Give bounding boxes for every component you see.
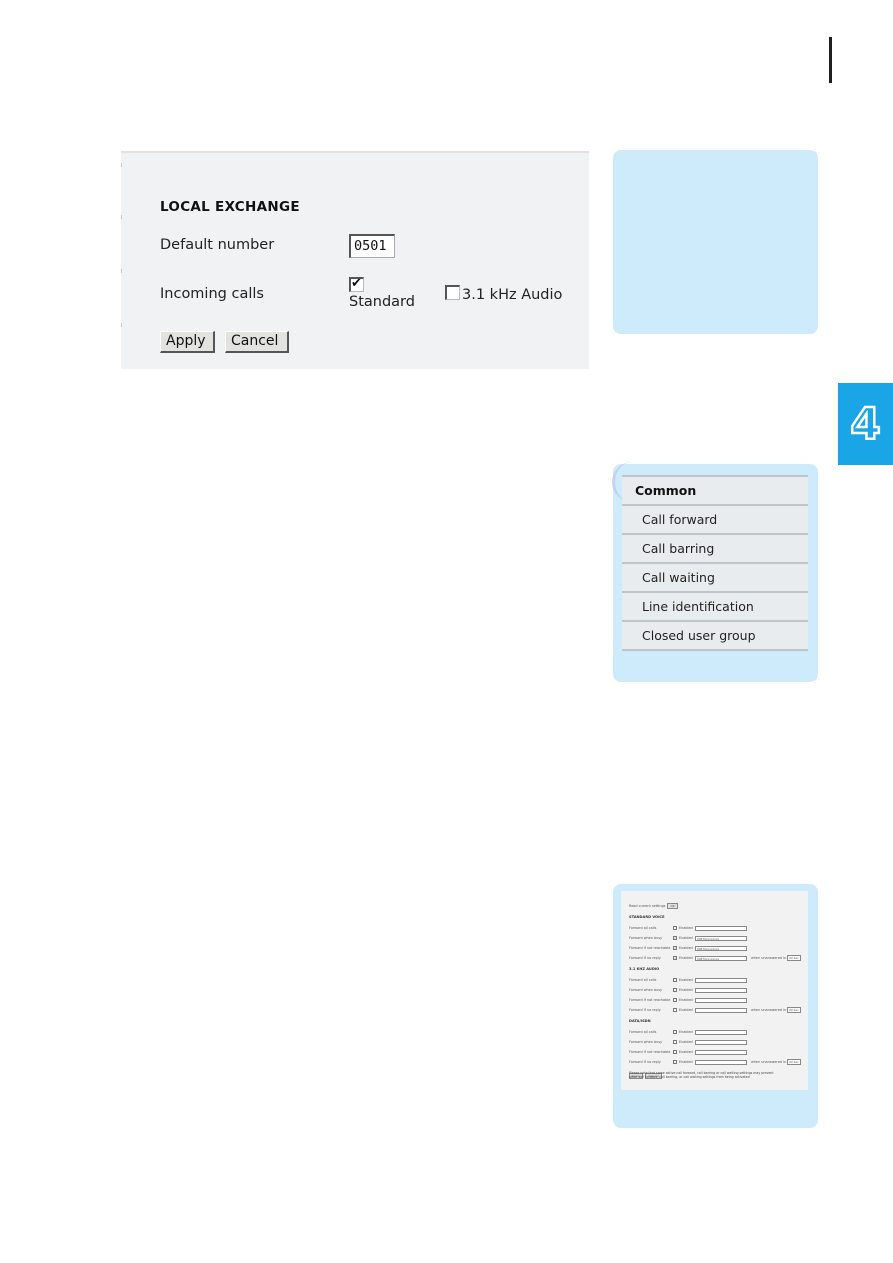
thumb-row-label: Forward if not reachable <box>629 998 671 1002</box>
thumb-forward-row: Forward if no reply Enabled when unanswere… <box>629 1059 804 1065</box>
supplementary-services-menu: Common Call forward Call barring Call wa… <box>622 475 808 651</box>
thumb-number-input[interactable]: 00870xxxxxxxx <box>695 935 747 941</box>
thumb-timer-select[interactable]: 20 Sec <box>787 1059 801 1065</box>
thumb-row-label: Forward if no reply <box>629 956 661 960</box>
thumb-forward-row: Forward all calls Enabled <box>629 1029 804 1035</box>
menu-item-call-barring[interactable]: Call barring <box>622 533 808 562</box>
thumb-enabled-checkbox[interactable] <box>673 1060 677 1064</box>
thumb-enabled-label: Enabled <box>679 998 693 1002</box>
thumb-row-label: Forward when busy <box>629 1040 663 1044</box>
thumb-forward-row: Forward if not reachable ✓ Enabled 00870xxx… <box>629 945 804 951</box>
thumb-enabled-checkbox[interactable]: ✓ <box>673 946 677 950</box>
apply-button[interactable]: Apply <box>160 331 215 353</box>
panel-edge <box>121 153 123 369</box>
thumb-enabled-checkbox[interactable] <box>673 988 677 992</box>
thumb-row-label: Forward when busy <box>629 936 663 940</box>
thumb-row-label: Forward if not reachable <box>629 1050 671 1054</box>
thumb-forward-row: Forward if no reply Enabled when unanswere… <box>629 1007 804 1013</box>
thumb-enabled-label: Enabled <box>679 956 693 960</box>
thumb-number-input[interactable] <box>695 987 747 993</box>
section-title: LOCAL EXCHANGE <box>160 199 300 215</box>
thumb-number-input[interactable] <box>695 1039 747 1045</box>
thumb-section-title: STANDARD VOICE <box>629 915 665 919</box>
thumb-enabled-label: Enabled <box>679 1050 693 1054</box>
standard-label: Standard <box>349 294 415 310</box>
thumb-number-input[interactable] <box>695 1029 747 1035</box>
chapter-number: 4 <box>849 397 882 451</box>
default-number-label: Default number <box>160 237 275 253</box>
menu-item-call-forward[interactable]: Call forward <box>622 504 808 533</box>
thumb-enabled-checkbox[interactable] <box>673 926 677 930</box>
thumb-enabled-checkbox[interactable] <box>673 998 677 1002</box>
thumb-enabled-label: Enabled <box>679 1040 693 1044</box>
thumb-unanswered-label: when unanswered in <box>751 1008 787 1012</box>
thumb-row-label: Forward if not reachable <box>629 946 671 950</box>
thumb-section-title: DATA/ISDN <box>629 1019 651 1023</box>
call-forward-thumbnail: Read current settings OK STANDARD VOICE F… <box>621 891 808 1090</box>
thumb-timer-select[interactable]: 20 Sec <box>787 1007 801 1013</box>
cancel-button[interactable]: Cancel <box>225 331 289 353</box>
read-settings-label: Read current settings <box>629 904 666 908</box>
thumb-forward-row: Forward all calls Enabled <box>629 977 804 983</box>
thumb-number-input[interactable] <box>695 997 747 1003</box>
menu-header-common[interactable]: Common <box>622 475 808 504</box>
thumb-unanswered-label: when unanswered in <box>751 956 787 960</box>
thumb-forward-row: Forward if no reply ✓ Enabled 00870xxxxxxxx… <box>629 955 804 961</box>
thumb-note-text: Please note that some active call forwar… <box>629 1071 774 1079</box>
thumb-row-label: Forward all calls <box>629 1030 657 1034</box>
chapter-tab: 4 <box>838 383 893 465</box>
thumb-forward-row: Forward when busy Enabled <box>629 1039 804 1045</box>
thumb-forward-row: Forward all calls Enabled <box>629 925 804 931</box>
thumb-enabled-label: Enabled <box>679 926 693 930</box>
thumb-number-input[interactable] <box>695 977 747 983</box>
header-rule <box>829 37 832 83</box>
thumb-number-input[interactable] <box>695 1059 747 1065</box>
thumb-enabled-label: Enabled <box>679 936 693 940</box>
audio-3-1khz-label: 3.1 kHz Audio <box>462 287 563 303</box>
thumb-row-label: Forward if no reply <box>629 1008 661 1012</box>
thumb-enabled-label: Enabled <box>679 1008 693 1012</box>
thumb-forward-row: Forward if not reachable Enabled <box>629 1049 804 1055</box>
thumb-enabled-label: Enabled <box>679 1060 693 1064</box>
thumb-forward-row: Forward when busy Enabled <box>629 987 804 993</box>
thumb-row-label: Forward all calls <box>629 978 657 982</box>
thumb-enabled-checkbox[interactable]: ✓ <box>673 936 677 940</box>
read-settings-row: Read current settings OK <box>629 903 804 909</box>
thumb-enabled-checkbox[interactable] <box>673 978 677 982</box>
thumb-enabled-label: Enabled <box>679 988 693 992</box>
thumb-enabled-checkbox[interactable] <box>673 1030 677 1034</box>
read-ok-button[interactable]: OK <box>667 903 678 909</box>
local-exchange-panel: LOCAL EXCHANGE Default number 0501 Incom… <box>121 151 589 369</box>
thumb-enabled-label: Enabled <box>679 1030 693 1034</box>
thumb-number-input[interactable]: 00870xxxxxxxx <box>695 945 747 951</box>
thumb-enabled-checkbox[interactable] <box>673 1050 677 1054</box>
thumb-enabled-label: Enabled <box>679 946 693 950</box>
menu-item-line-identification[interactable]: Line identification <box>622 591 808 620</box>
default-number-input[interactable]: 0501 <box>349 234 395 258</box>
thumb-section-title: 3.1 KHZ AUDIO <box>629 967 660 971</box>
thumb-row-label: Forward all calls <box>629 926 657 930</box>
thumb-timer-select[interactable]: 20 Sec <box>787 955 801 961</box>
thumb-number-input[interactable] <box>695 1007 747 1013</box>
thumb-number-input[interactable] <box>695 1049 747 1055</box>
standard-checkbox[interactable] <box>349 276 364 292</box>
thumb-row-label: Forward when busy <box>629 988 663 992</box>
thumb-enabled-checkbox[interactable] <box>673 1008 677 1012</box>
thumb-enabled-checkbox[interactable]: ✓ <box>673 956 677 960</box>
menu-item-call-waiting[interactable]: Call waiting <box>622 562 808 591</box>
menu-item-closed-user-group[interactable]: Closed user group <box>622 620 808 649</box>
thumb-enabled-label: Enabled <box>679 978 693 982</box>
thumb-number-input[interactable]: 00870xxxxxxxx <box>695 955 747 961</box>
thumb-row-label: Forward if no reply <box>629 1060 661 1064</box>
audio-3-1khz-checkbox[interactable] <box>445 285 460 300</box>
menu-divider <box>622 649 808 651</box>
note-box <box>613 150 818 334</box>
thumb-enabled-checkbox[interactable] <box>673 1040 677 1044</box>
thumb-forward-row: Forward if not reachable Enabled <box>629 997 804 1003</box>
thumb-number-input[interactable] <box>695 925 747 931</box>
thumb-unanswered-label: when unanswered in <box>751 1060 787 1064</box>
incoming-calls-label: Incoming calls <box>160 286 264 302</box>
thumb-forward-row: Forward when busy ✓ Enabled 00870xxxxxxxx <box>629 935 804 941</box>
